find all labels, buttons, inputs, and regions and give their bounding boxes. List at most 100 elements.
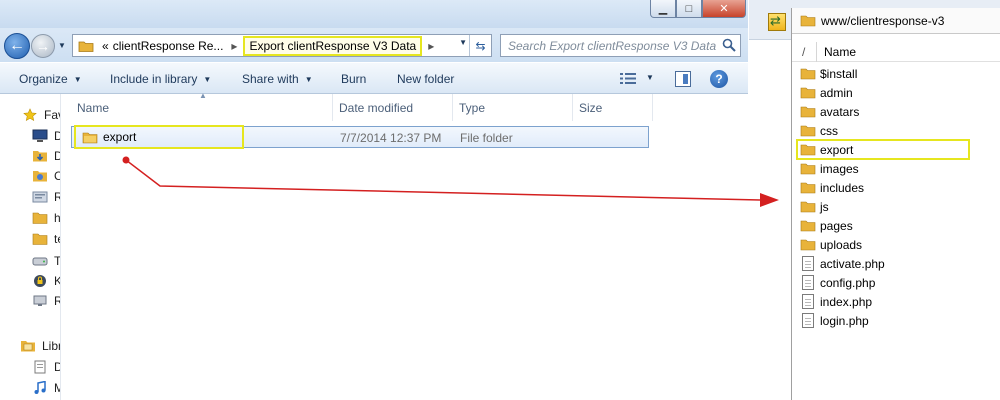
nav-label: Libr [42, 339, 60, 353]
window-controls: ▁ □ ✕ [650, 0, 746, 18]
forward-button[interactable]: → [31, 34, 55, 58]
nav-drive-t[interactable]: T [32, 252, 60, 270]
file-icon [802, 256, 814, 271]
remote-folder-item[interactable]: images [800, 159, 859, 178]
nav-downloads[interactable]: D [32, 147, 60, 165]
column-divider[interactable] [816, 42, 817, 62]
search-input[interactable]: Search Export clientResponse V3 Data [500, 34, 741, 57]
remote-path-bar[interactable]: www/clientresponse-v3 [792, 8, 1000, 34]
nav-creative-cloud[interactable]: C [32, 167, 60, 185]
nav-folder-h[interactable]: h [32, 209, 60, 227]
minimize-button[interactable]: ▁ [650, 0, 676, 18]
nav-music[interactable]: M [32, 379, 60, 397]
search-icon[interactable] [722, 38, 736, 52]
navigation-bar: ← → ▼ « clientResponse Re... ▸ Export cl… [0, 28, 748, 62]
include-in-library-menu[interactable]: Include in library ▼ [110, 72, 211, 86]
refresh-icon: ⇆ [475, 38, 486, 53]
breadcrumb-parent[interactable]: clientResponse Re... [111, 39, 226, 53]
remote-folder-item[interactable]: js [800, 197, 829, 216]
documents-icon [34, 360, 46, 374]
maximize-button[interactable]: □ [676, 0, 702, 18]
remote-file-item[interactable]: config.php [800, 273, 875, 292]
root-column[interactable]: / [802, 45, 805, 59]
help-icon[interactable]: ? [710, 70, 728, 88]
folder-icon [800, 15, 816, 27]
remote-item-name: includes [820, 180, 865, 195]
refresh-button[interactable]: ⇆ [469, 35, 491, 56]
folder-icon [800, 163, 816, 175]
remote-item-name: images [820, 161, 859, 176]
column-label: Type [459, 100, 486, 115]
remote-item-name: $install [820, 66, 858, 81]
remote-folder-item[interactable]: includes [800, 178, 864, 197]
organize-label: Organize [19, 72, 68, 86]
folder-icon [800, 106, 816, 118]
file-name-cell[interactable]: export [74, 125, 244, 149]
breadcrumb-chevron-icon[interactable]: ▸ [428, 39, 434, 53]
remote-folder-item[interactable]: export [800, 140, 853, 159]
remote-item-name: pages [820, 218, 853, 233]
remote-folder-item[interactable]: avatars [800, 102, 859, 121]
desktop-icon [32, 129, 48, 142]
share-with-menu[interactable]: Share with ▼ [242, 72, 313, 86]
column-header-type[interactable]: Type [453, 94, 573, 121]
nav-label: Fav [44, 108, 60, 122]
file-icon [802, 313, 814, 328]
column-header-date-modified[interactable]: Date modified [333, 94, 453, 121]
remote-folder-item[interactable]: admin [800, 83, 853, 102]
back-button[interactable]: ← [4, 33, 30, 59]
remote-list-header: / Name [792, 42, 1000, 62]
remote-file-item[interactable]: activate.php [800, 254, 885, 273]
remote-folder-item[interactable]: uploads [800, 235, 862, 254]
column-header-size[interactable]: Size [573, 94, 653, 121]
folder-icon [82, 132, 98, 143]
remote-folder-item[interactable]: pages [800, 216, 853, 235]
drive-icon [32, 257, 48, 266]
file-row[interactable]: export 7/7/2014 12:37 PM File folder [71, 125, 649, 149]
organize-menu[interactable]: Organize ▼ [19, 72, 82, 86]
nav-documents[interactable]: D [32, 358, 60, 376]
breadcrumb-current[interactable]: Export clientResponse V3 Data [243, 35, 423, 56]
nav-favorites[interactable]: Fav [22, 106, 60, 124]
burn-label: Burn [341, 72, 367, 86]
nav-keychain-k[interactable]: K [32, 272, 60, 290]
nav-network-r[interactable]: R [32, 292, 60, 310]
remote-item-name: avatars [820, 104, 860, 119]
column-header-name[interactable]: Name [824, 45, 856, 59]
remote-item-name: admin [820, 85, 853, 100]
breadcrumb-overflow[interactable]: « [100, 39, 111, 53]
remote-file-item[interactable]: index.php [800, 292, 872, 311]
lock-icon [34, 275, 46, 287]
address-dropdown[interactable]: ▼ [459, 38, 467, 47]
remote-folder-item[interactable]: $install [800, 64, 857, 83]
share-with-label: Share with [242, 72, 299, 86]
close-icon: ✕ [719, 3, 729, 15]
view-options-dropdown[interactable]: ▼ [646, 73, 654, 82]
recent-pages-dropdown[interactable]: ▼ [58, 41, 66, 50]
remote-item-name: index.php [820, 294, 873, 309]
close-button[interactable]: ✕ [702, 0, 746, 18]
sync-browsing-icon[interactable] [768, 13, 786, 31]
new-folder-button[interactable]: New folder [397, 72, 454, 86]
nav-recent-places[interactable]: R [32, 188, 60, 206]
breadcrumb-chevron-icon[interactable]: ▸ [231, 39, 237, 53]
file-type: File folder [460, 131, 513, 145]
nav-folder-te[interactable]: te [32, 230, 60, 248]
file-list: ▲ Name Date modified Type Size export 7/… [61, 91, 748, 400]
creative-cloud-icon [33, 171, 47, 182]
remote-folder-item[interactable]: css [800, 121, 838, 140]
file-icon [802, 275, 814, 290]
downloads-icon [33, 151, 47, 162]
remote-item-name: login.php [820, 313, 869, 328]
preview-pane-icon[interactable] [675, 71, 691, 87]
search-placeholder: Search Export clientResponse V3 Data [508, 39, 717, 53]
file-name: export [103, 130, 137, 144]
burn-button[interactable]: Burn [341, 72, 366, 86]
change-view-icon[interactable] [620, 72, 636, 85]
address-bar[interactable]: « clientResponse Re... ▸ Export clientRe… [72, 34, 492, 57]
column-header-name[interactable]: ▲ Name [61, 91, 333, 121]
nav-desktop[interactable]: D [32, 127, 60, 145]
nav-libraries[interactable]: Libr [20, 337, 60, 355]
folder-icon [800, 144, 816, 156]
remote-file-item[interactable]: login.php [800, 311, 869, 330]
